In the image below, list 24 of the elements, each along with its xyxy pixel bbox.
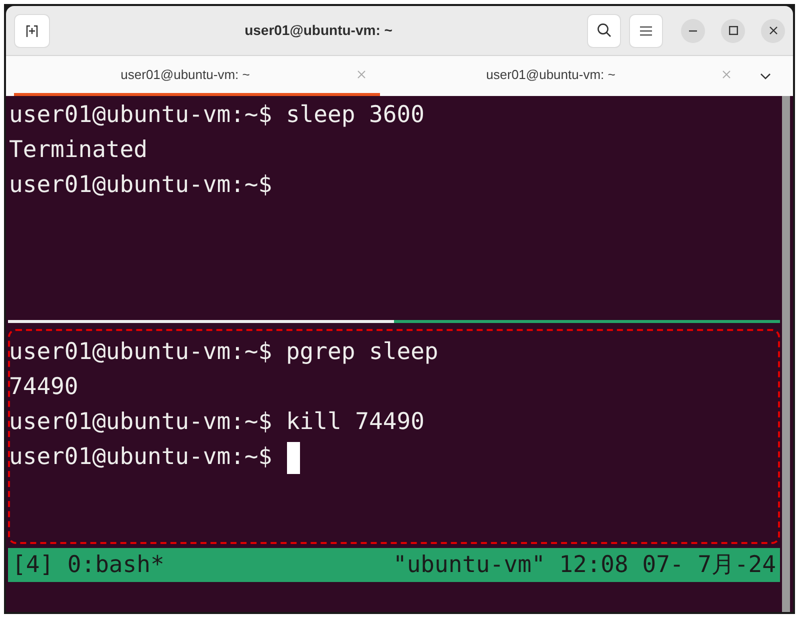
search-button[interactable] (587, 14, 621, 48)
status-left-text: [4] 0:bash* (12, 550, 164, 580)
close-button[interactable] (761, 18, 785, 42)
status-right-text: "ubuntu-vm" 12:08 07- 7月-24 (392, 550, 776, 580)
menu-button[interactable] (629, 14, 663, 48)
minimize-icon (689, 30, 697, 32)
scrollbar[interactable] (782, 96, 790, 612)
terminal-line: user01@ubuntu-vm:~$ (9, 171, 272, 200)
maximize-button[interactable] (721, 18, 745, 42)
chevron-down-icon[interactable] (760, 72, 770, 80)
terminal-line: user01@ubuntu-vm:~$ sleep 3600 (9, 101, 424, 130)
menu-icon (640, 26, 652, 36)
terminal-line: Terminated (9, 136, 148, 165)
terminal-line: 74490 (9, 373, 78, 402)
new-tab-icon (25, 24, 39, 38)
window-title: user01@ubuntu-vm: ~ (244, 21, 392, 40)
terminal-line: user01@ubuntu-vm:~$ pgrep sleep (9, 338, 438, 367)
close-icon (768, 26, 778, 35)
terminal-line: user01@ubuntu-vm:~$ (9, 443, 272, 472)
maximize-icon (728, 26, 738, 35)
tab[interactable]: user01@ubuntu-vm: ~ (380, 56, 745, 96)
search-icon (596, 23, 612, 38)
new-tab-button[interactable] (14, 14, 50, 48)
terminal-line: user01@ubuntu-vm:~$ kill 74490 (9, 408, 424, 437)
